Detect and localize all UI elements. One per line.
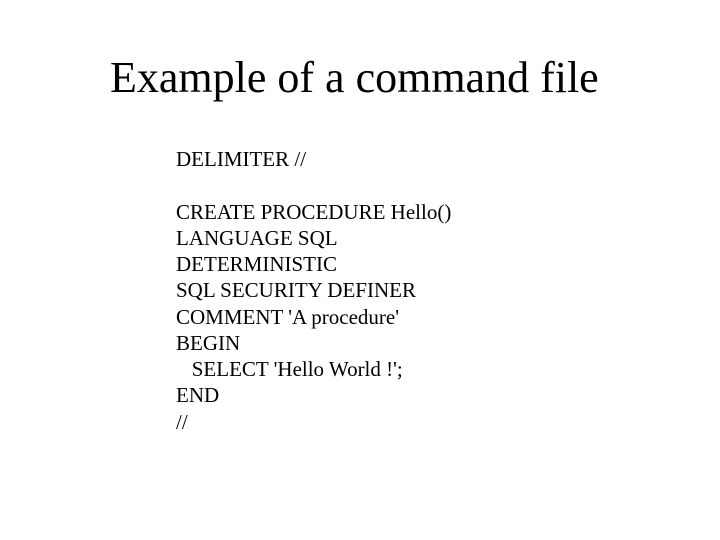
code-line: LANGUAGE SQL [176,226,338,250]
code-block: DELIMITER // CREATE PROCEDURE Hello() LA… [176,146,451,435]
code-line: END [176,383,219,407]
code-line: // [176,410,188,434]
code-line: DELIMITER // [176,147,306,171]
slide-title: Example of a command file [110,52,599,103]
code-line: DETERMINISTIC [176,252,337,276]
code-line: CREATE PROCEDURE Hello() [176,200,451,224]
code-line: COMMENT 'A procedure' [176,305,399,329]
slide: Example of a command file DELIMITER // C… [0,0,720,540]
code-line: SQL SECURITY DEFINER [176,278,416,302]
code-line: SELECT 'Hello World !'; [176,357,403,381]
code-line: BEGIN [176,331,240,355]
